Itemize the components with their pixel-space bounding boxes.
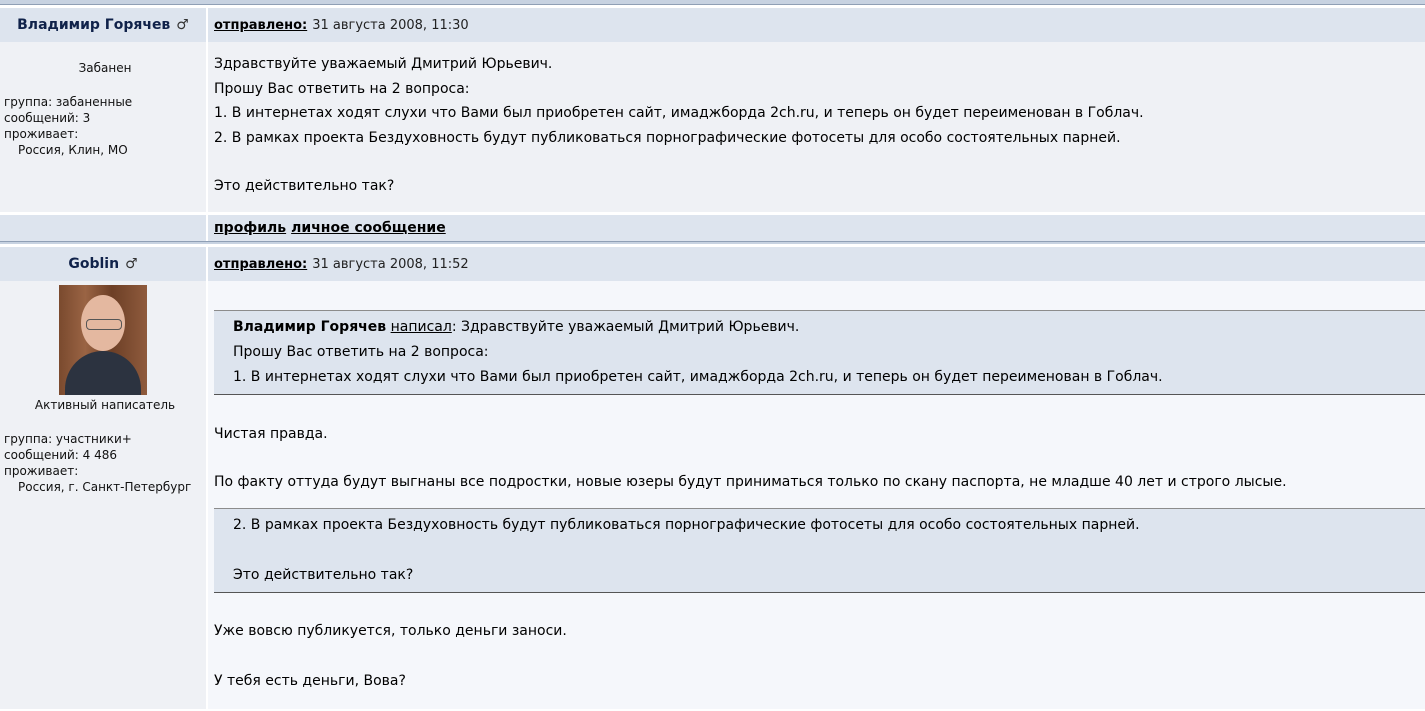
quote-line: 2. В рамках проекта Бездуховность будут … [233, 517, 1140, 533]
post-line: Это действительно так? [214, 178, 395, 194]
user-messages: сообщений: 3 [4, 111, 91, 125]
user-rank: Забанен [78, 61, 132, 75]
quote-author: Владимир Горячев [233, 319, 387, 335]
author-name[interactable]: Владимир Горячев [17, 17, 170, 33]
avatar-shirt [65, 351, 141, 395]
user-group: группа: участники+ [4, 432, 132, 446]
male-icon: ♂ [125, 256, 138, 272]
avatar[interactable] [59, 285, 147, 395]
post-text: Здравствуйте уважаемый Дмитрий Юрьевич. … [208, 42, 1425, 212]
footer-links: профиль личное сообщение [208, 215, 1425, 241]
reply-text: Уже вовсю публикуется, только деньги зан… [214, 623, 567, 639]
posted-link[interactable]: отправлено: [214, 257, 307, 272]
post-footer: профиль личное сообщение [0, 215, 1425, 241]
post-date: 31 августа 2008, 11:52 [312, 256, 469, 272]
quote-line: Прошу Вас ответить на 2 вопроса: [233, 344, 489, 360]
post-body: Забанен группа: забаненные сообщений: 3 … [0, 42, 1425, 212]
male-icon: ♂ [176, 17, 189, 33]
quote-line: 1. В интернетах ходят слухи что Вами был… [233, 369, 1163, 385]
avatar-glasses [86, 319, 122, 330]
quote-block: 2. В рамках проекта Бездуховность будут … [214, 508, 1425, 593]
quote-block: Владимир Горячев написал: Здравствуйте у… [214, 310, 1425, 395]
post-author-cell: Владимир Горячев ♂ [0, 8, 208, 42]
wrote-link[interactable]: написал [391, 319, 452, 335]
post-author-cell: Goblin ♂ [0, 247, 208, 281]
user-lives-label: проживает: [4, 127, 79, 141]
post-header: Goblin ♂ отправлено: 31 августа 2008, 11… [0, 247, 1425, 281]
user-info: Забанен группа: забаненные сообщений: 3 … [0, 42, 208, 212]
post-text: Владимир Горячев написал: Здравствуйте у… [208, 281, 1425, 709]
user-info: Активный написатель группа: участники+ с… [0, 281, 208, 709]
user-location: Россия, Клин, МО [18, 143, 128, 157]
user-rank: Активный написатель [34, 398, 176, 412]
post-line: 2. В рамках проекта Бездуховность будут … [214, 129, 1121, 146]
reply-text: У тебя есть деньги, Вова? [214, 673, 406, 689]
user-group: группа: забаненные [4, 95, 133, 109]
post-header: Владимир Горячев ♂ отправлено: 31 август… [0, 8, 1425, 42]
post-meta: отправлено: 31 августа 2008, 11:52 [208, 247, 1425, 281]
profile-link[interactable]: профиль [214, 220, 286, 236]
author-name[interactable]: Goblin [68, 256, 119, 272]
reply-text: Чистая правда. [214, 426, 328, 442]
post-body: Активный написатель группа: участники+ с… [0, 281, 1425, 709]
reply-text: По факту оттуда будут выгнаны все подрос… [214, 474, 1287, 490]
quote-line: Это действительно так? [233, 567, 414, 583]
post-date: 31 августа 2008, 11:30 [312, 17, 469, 33]
user-messages: сообщений: 4 486 [4, 448, 118, 462]
post-line: Прошу Вас ответить на 2 вопроса: [214, 80, 470, 97]
post-line: 1. В интернетах ходят слухи что Вами был… [214, 105, 1144, 121]
private-message-link[interactable]: личное сообщение [291, 220, 446, 236]
footer-left [0, 215, 208, 241]
posted-link[interactable]: отправлено: [214, 18, 307, 33]
quote-text: : Здравствуйте уважаемый Дмитрий Юрьевич… [451, 319, 800, 335]
post-line: Здравствуйте уважаемый Дмитрий Юрьевич. [214, 56, 553, 72]
user-lives-label: проживает: [4, 464, 79, 478]
post-meta: отправлено: 31 августа 2008, 11:30 [208, 8, 1425, 42]
user-location: Россия, г. Санкт-Петербург [18, 480, 192, 494]
quote-line: Владимир Горячев написал: Здравствуйте у… [233, 315, 1425, 340]
